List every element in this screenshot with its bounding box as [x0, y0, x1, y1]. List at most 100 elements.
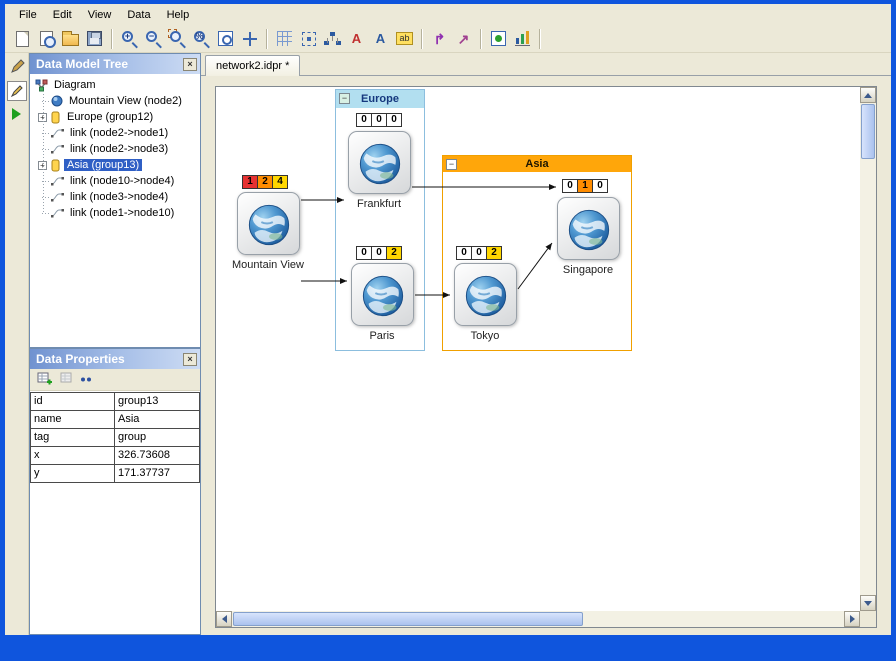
menu-help[interactable]: Help	[159, 6, 198, 24]
vertical-scrollbar-thumb[interactable]	[861, 104, 875, 159]
link-tokyo-singapore[interactable]	[518, 243, 552, 289]
status-badge: 0	[371, 113, 387, 127]
snap-icon	[302, 32, 316, 46]
link-icon	[51, 207, 64, 219]
tree-item-node2[interactable]: Mountain View (node2)	[30, 93, 200, 109]
label-layout-button[interactable]: ab	[393, 27, 416, 50]
node-frankfurt[interactable]	[348, 131, 411, 194]
render-options-button[interactable]	[487, 27, 510, 50]
link-route-button[interactable]: ↗	[452, 27, 475, 50]
snap-button[interactable]	[297, 27, 320, 50]
pan-button[interactable]	[238, 27, 261, 50]
globe-icon	[357, 140, 403, 186]
save-button[interactable]	[83, 27, 106, 50]
node-paris[interactable]	[351, 263, 414, 326]
node-mountain-view[interactable]	[237, 192, 300, 255]
new-document-button[interactable]	[11, 27, 34, 50]
tree-item-asia[interactable]: + Asia (group13)	[30, 157, 200, 173]
pencil-icon	[10, 84, 24, 98]
zoom-fit-button[interactable]	[214, 27, 237, 50]
pan-icon	[242, 31, 258, 47]
insert-property-button[interactable]	[37, 371, 53, 389]
toolbar-separator	[421, 29, 423, 49]
node-singapore[interactable]	[557, 197, 620, 260]
vertical-scrollbar[interactable]	[860, 87, 876, 611]
edit-tool-button[interactable]	[7, 81, 27, 101]
statistics-button[interactable]	[511, 27, 534, 50]
globe-icon	[566, 206, 612, 252]
force-layout-button[interactable]: A	[369, 27, 392, 50]
property-value[interactable]: 326.73608	[115, 447, 200, 465]
close-icon[interactable]: ×	[183, 58, 197, 71]
property-value[interactable]: group	[115, 429, 200, 447]
insert-icon	[37, 371, 53, 386]
arrow-right-icon	[850, 615, 855, 623]
property-row: tag group	[31, 429, 200, 447]
group-icon	[49, 111, 61, 124]
style-tool-button[interactable]	[7, 57, 27, 77]
main-toolbar: + − % A A ab ↱ ↗	[5, 25, 891, 53]
zoom-percent-button[interactable]: %	[190, 27, 213, 50]
property-value[interactable]: Asia	[115, 411, 200, 429]
tree-item-diagram[interactable]: Diagram	[30, 77, 200, 93]
menu-file[interactable]: File	[11, 6, 45, 24]
tab-network2[interactable]: network2.idpr *	[205, 55, 300, 76]
tree-item-label: Europe (group12)	[64, 111, 156, 123]
toolbar-separator	[539, 29, 541, 49]
tree-item-link1[interactable]: link (node2->node1)	[30, 125, 200, 141]
status-badge: 0	[356, 246, 372, 260]
tree-item-europe[interactable]: + Europe (group12)	[30, 109, 200, 125]
status-badge: 0	[592, 179, 608, 193]
node-label-tokyo: Tokyo	[471, 330, 500, 342]
node-tokyo[interactable]	[454, 263, 517, 326]
menu-view[interactable]: View	[80, 6, 120, 24]
options-button[interactable]	[80, 374, 93, 386]
properties-panel-titlebar[interactable]: Data Properties ×	[30, 349, 200, 369]
scroll-up-button[interactable]	[860, 87, 876, 103]
grid-button[interactable]	[273, 27, 296, 50]
tree-item-link5[interactable]: link (node1->node10)	[30, 205, 200, 221]
close-icon[interactable]: ×	[183, 353, 197, 366]
properties-table: id group13 name Asia tag group x 326.736…	[30, 392, 200, 483]
horizontal-scrollbar[interactable]	[216, 611, 860, 627]
menu-data[interactable]: Data	[119, 6, 158, 24]
zoom-out-button[interactable]: −	[142, 27, 165, 50]
tree-item-link3[interactable]: link (node10->node4)	[30, 173, 200, 189]
horizontal-scrollbar-thumb[interactable]	[233, 612, 583, 626]
menu-edit[interactable]: Edit	[45, 6, 80, 24]
scroll-right-button[interactable]	[844, 611, 860, 627]
status-badge: 2	[486, 246, 502, 260]
delete-property-button[interactable]	[60, 371, 73, 389]
label-layout-icon: ab	[396, 32, 412, 45]
scroll-down-button[interactable]	[860, 595, 876, 611]
print-preview-button[interactable]	[35, 27, 58, 50]
link-icon	[51, 191, 64, 203]
run-icon[interactable]	[12, 108, 21, 120]
open-folder-icon	[62, 34, 79, 46]
zoom-in-button[interactable]: +	[118, 27, 141, 50]
hierarchic-layout-button[interactable]: A	[345, 27, 368, 50]
tree-panel-titlebar[interactable]: Data Model Tree ×	[30, 54, 200, 74]
diagram-canvas[interactable]: − Europe − Asia	[216, 87, 860, 611]
scroll-left-button[interactable]	[216, 611, 232, 627]
tree-item-link2[interactable]: link (node2->node3)	[30, 141, 200, 157]
zoom-window-button[interactable]	[166, 27, 189, 50]
tree-item-link4[interactable]: link (node3->node4)	[30, 189, 200, 205]
property-value[interactable]: group13	[115, 393, 200, 411]
status-badge: 0	[456, 246, 472, 260]
zoom-out-icon: −	[144, 29, 163, 48]
toolbar-separator	[111, 29, 113, 49]
force-layout-icon: A	[376, 32, 385, 45]
link-style-button[interactable]: ↱	[428, 27, 451, 50]
tree-layout-button[interactable]	[321, 27, 344, 50]
tree-layout-icon	[324, 31, 341, 46]
badge-row-frankfurt: 0 0 0	[356, 113, 402, 127]
open-button[interactable]	[59, 27, 82, 50]
property-value[interactable]: 171.37737	[115, 465, 200, 483]
zoom-window-icon	[168, 29, 187, 48]
node-label-paris: Paris	[369, 330, 394, 342]
status-badge: 1	[577, 179, 593, 193]
zoom-in-icon: +	[120, 29, 139, 48]
tree-item-label: link (node1->node10)	[67, 207, 177, 219]
property-key: tag	[31, 429, 115, 447]
